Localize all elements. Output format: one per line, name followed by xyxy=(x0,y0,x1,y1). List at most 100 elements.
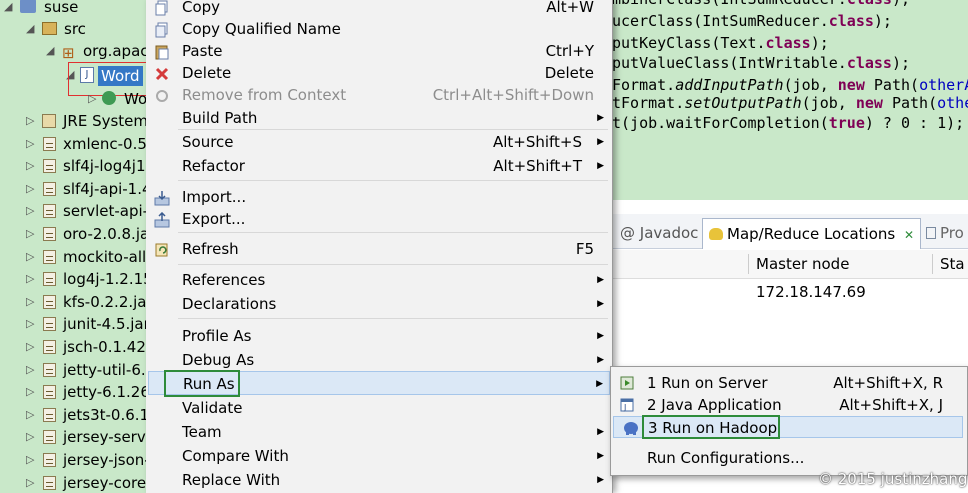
tree-item-library[interactable]: ▷ kfs-0.2.2.jar xyxy=(0,291,146,313)
tree-item-project[interactable]: ◢ suse xyxy=(0,0,146,18)
expand-arrow-icon[interactable]: ▷ xyxy=(26,178,34,200)
source-folder-icon xyxy=(42,22,57,35)
hadoop-elephant-icon xyxy=(622,420,638,436)
expand-arrow-icon[interactable]: ▷ xyxy=(26,426,34,448)
menu-item-export[interactable]: Export... xyxy=(146,207,612,231)
tree-item-package[interactable]: ◢ ⊞ org.apac xyxy=(0,40,146,62)
tree-item-library[interactable]: ▷ xmlenc-0.5. xyxy=(0,133,146,155)
expand-arrow-icon[interactable]: ▷ xyxy=(26,336,34,358)
menu-item-replace-with[interactable]: Replace With ▶ xyxy=(146,468,612,492)
tree-item-library[interactable]: ▷ jersey-serve xyxy=(0,426,146,448)
tree-item-library[interactable]: ▷ jersey-json- xyxy=(0,449,146,471)
tree-item-library[interactable]: ▷ slf4j-log4j1 xyxy=(0,155,146,177)
expand-arrow-icon[interactable]: ▷ xyxy=(26,449,34,471)
column-divider[interactable] xyxy=(748,254,749,274)
class-icon xyxy=(102,91,116,105)
expand-arrow-icon[interactable]: ▷ xyxy=(26,200,34,222)
menu-item-source[interactable]: Source Alt+Shift+S ▶ xyxy=(146,130,612,154)
tab-progress[interactable]: Pro xyxy=(926,220,964,246)
tree-item-class[interactable]: ▷ Wo xyxy=(0,88,146,110)
menu-label: Remove from Context xyxy=(182,86,347,104)
code-line: mbinerClass(IntSumReducer.class); xyxy=(612,0,910,10)
collapse-arrow-icon[interactable]: ◢ xyxy=(4,0,12,18)
menu-item-validate[interactable]: Validate xyxy=(146,396,612,420)
expand-arrow-icon[interactable]: ▷ xyxy=(26,133,34,155)
table-row[interactable]: 172.18.147.69 xyxy=(612,280,968,304)
submenu-item-run-on-server[interactable]: 1 Run on Server Alt+Shift+X, R xyxy=(611,372,965,394)
library-label: jsch-0.1.42. xyxy=(63,338,146,356)
collapse-arrow-icon[interactable]: ◢ xyxy=(26,18,34,40)
menu-item-delete[interactable]: Delete Delete xyxy=(146,61,612,85)
menu-label: Import... xyxy=(182,188,247,206)
code-editor[interactable]: mbinerClass(IntSumReducer.class); ucerCl… xyxy=(612,0,968,200)
menu-item-paste[interactable]: Paste Ctrl+Y xyxy=(146,39,612,63)
expand-arrow-icon[interactable]: ▷ xyxy=(26,381,34,403)
expand-arrow-icon[interactable]: ▷ xyxy=(26,472,34,493)
menu-item-copy-qualified-name[interactable]: Copy Qualified Name xyxy=(146,17,612,41)
expand-arrow-icon[interactable]: ▷ xyxy=(88,88,96,110)
tab-map-reduce-locations[interactable]: Map/Reduce Locations ✕ xyxy=(702,218,922,249)
paste-icon xyxy=(154,43,170,60)
library-label: junit-4.5.jar xyxy=(63,315,146,334)
menu-item-profile-as[interactable]: Profile As ▶ xyxy=(146,324,612,348)
package-icon: ⊞ xyxy=(62,44,75,62)
menu-label: Team xyxy=(182,423,222,441)
submenu-item-java-application[interactable]: J 2 Java Application Alt+Shift+X, J xyxy=(611,394,965,416)
menu-item-team[interactable]: Team ▶ xyxy=(146,420,612,444)
tree-item-library[interactable]: ▷ mockito-all xyxy=(0,246,146,268)
expand-arrow-icon[interactable]: ▷ xyxy=(26,291,34,313)
submenu-arrow-icon: ▶ xyxy=(597,113,604,123)
tab-map-reduce-label: Map/Reduce Locations xyxy=(727,225,896,243)
column-divider[interactable] xyxy=(932,254,933,274)
tree-item-library[interactable]: ▷ log4j-1.2.15 xyxy=(0,268,146,290)
tree-item-library[interactable]: ▷ junit-4.5.jar xyxy=(0,313,146,335)
jar-icon xyxy=(43,362,56,377)
expand-arrow-icon[interactable]: ▷ xyxy=(26,268,34,290)
tab-javadoc[interactable]: @ Javadoc xyxy=(620,220,698,246)
tree-item-library[interactable]: ▷ jetty-util-6. xyxy=(0,359,146,381)
column-state[interactable]: Sta xyxy=(940,250,965,278)
jar-icon xyxy=(43,181,56,196)
submenu-arrow-icon: ▶ xyxy=(597,451,604,461)
expand-arrow-icon[interactable]: ▷ xyxy=(26,246,34,268)
menu-item-debug-as[interactable]: Debug As ▶ xyxy=(146,348,612,372)
src-label: src xyxy=(64,20,86,38)
tree-item-library[interactable]: ▷ oro-2.0.8.ja xyxy=(0,223,146,245)
library-label: jets3t-0.6.1 xyxy=(63,405,146,424)
code-line: putValueClass(IntWritable.class); xyxy=(612,54,911,72)
menu-item-refresh[interactable]: Refresh F5 xyxy=(146,237,612,261)
menu-label: References xyxy=(182,271,266,289)
close-icon[interactable]: ✕ xyxy=(904,228,914,242)
expand-arrow-icon[interactable]: ▷ xyxy=(26,404,34,426)
expand-arrow-icon[interactable]: ▷ xyxy=(26,155,34,177)
menu-item-refactor[interactable]: Refactor Alt+Shift+T ▶ xyxy=(146,154,612,178)
menu-label: Refresh xyxy=(182,240,239,258)
jar-icon xyxy=(43,227,56,241)
tree-item-library[interactable]: ▷ jsch-0.1.42. xyxy=(0,336,146,358)
expand-arrow-icon[interactable]: ▷ xyxy=(26,223,34,245)
expand-arrow-icon[interactable]: ▷ xyxy=(26,313,34,335)
tree-item-library[interactable]: ▷ jersey-core xyxy=(0,472,146,493)
tree-item-library[interactable]: ▷ JRE System xyxy=(0,110,146,132)
tree-item-library[interactable]: ▷ jetty-6.1.26 xyxy=(0,381,146,403)
column-master-node[interactable]: Master node xyxy=(756,250,849,278)
menu-item-build-path[interactable]: Build Path ▶ xyxy=(146,106,612,130)
menu-item-references[interactable]: References ▶ xyxy=(146,268,612,292)
menu-item-compare-with[interactable]: Compare With ▶ xyxy=(146,444,612,468)
tree-item-library[interactable]: ▷ jets3t-0.6.1 xyxy=(0,404,146,426)
menu-label: Profile As xyxy=(182,327,252,345)
menu-item-declarations[interactable]: Declarations ▶ xyxy=(146,292,612,316)
menu-item-remove-from-context[interactable]: Remove from Context Ctrl+Alt+Shift+Down xyxy=(146,83,612,107)
menu-separator xyxy=(178,318,608,319)
tree-item-library[interactable]: ▷ servlet-api- xyxy=(0,200,146,222)
project-icon xyxy=(20,0,36,13)
expand-arrow-icon[interactable]: ▷ xyxy=(26,110,34,132)
collapse-arrow-icon[interactable]: ◢ xyxy=(46,40,54,62)
progress-icon xyxy=(926,227,936,239)
menu-item-import[interactable]: Import... xyxy=(146,185,612,209)
tree-item-library[interactable]: ▷ slf4j-api-1.4 xyxy=(0,178,146,200)
submenu-arrow-icon: ▶ xyxy=(596,379,603,389)
expand-arrow-icon[interactable]: ▷ xyxy=(26,359,34,381)
submenu-item-run-configurations[interactable]: Run Configurations... xyxy=(611,447,965,469)
tree-item-src[interactable]: ◢ src xyxy=(0,18,146,40)
